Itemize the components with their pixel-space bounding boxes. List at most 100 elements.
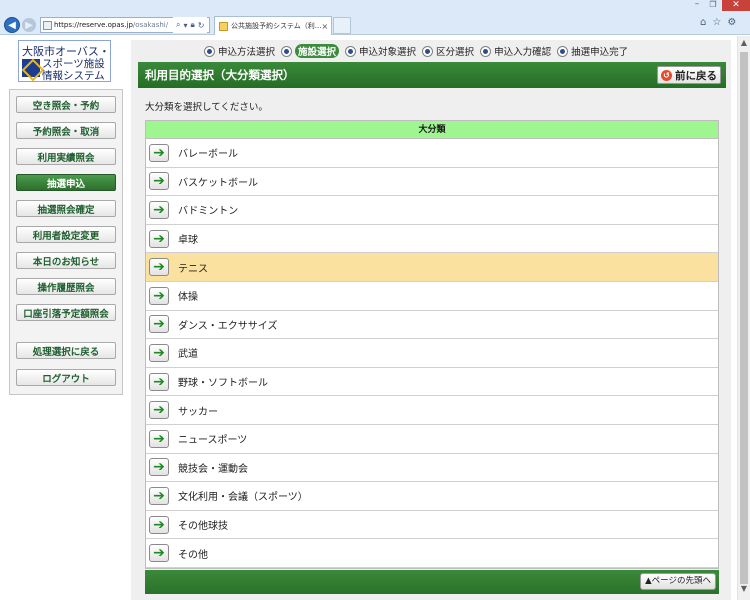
table-row[interactable]: ➔ 競技会・運動会: [146, 453, 718, 483]
step-bullet-icon: [480, 45, 492, 57]
right-arrow-icon: ➔: [153, 459, 165, 476]
select-arrow-button[interactable]: ➔: [149, 286, 169, 305]
sidebar-item[interactable]: 利用者設定変更: [16, 226, 116, 243]
page-top-link[interactable]: ▲ページの先頭へ: [640, 573, 716, 590]
table-row[interactable]: ➔ ニュースポーツ: [146, 424, 718, 454]
table-row[interactable]: ➔ サッカー: [146, 396, 718, 425]
table-footer: ▲ページの先頭へ: [145, 570, 719, 594]
right-arrow-icon: ➔: [153, 402, 165, 419]
tab-favicon-icon: [219, 21, 228, 31]
sidebar-item[interactable]: 口座引落予定額照会: [16, 304, 116, 321]
select-arrow-button[interactable]: ➔: [149, 458, 169, 477]
favorites-star-icon[interactable]: ☆: [712, 17, 721, 28]
right-arrow-icon: ➔: [153, 430, 165, 447]
category-label: テニス: [178, 263, 208, 275]
select-arrow-button[interactable]: ➔: [149, 258, 169, 277]
table-row[interactable]: ➔ その他: [146, 539, 718, 568]
sidebar-item[interactable]: 抽選照会確定: [16, 200, 116, 217]
sidebar-item[interactable]: 操作履歴照会: [16, 278, 116, 295]
dropdown-icon[interactable]: ▾: [183, 21, 187, 30]
window-minimize-button[interactable]: –: [690, 0, 704, 10]
vertical-scrollbar[interactable]: ▲ ▼: [737, 36, 750, 600]
table-row[interactable]: ➔ バスケットボール: [146, 167, 718, 197]
browser-toolbar: ◀ ▶ https://reserve.opas.jp/osakashi/ ⌕ …: [0, 0, 750, 35]
select-arrow-button[interactable]: ➔: [149, 315, 169, 334]
right-arrow-icon: ➔: [153, 173, 165, 190]
sidebar-item[interactable]: 本日のお知らせ: [16, 252, 116, 269]
category-label: 体操: [178, 292, 198, 304]
select-arrow-button[interactable]: ➔: [149, 429, 169, 448]
browser-tab[interactable]: 公共施設予約システム（利... ×: [214, 16, 332, 35]
right-arrow-icon: ➔: [153, 344, 165, 361]
sidebar-item[interactable]: 利用実績照会: [16, 148, 116, 165]
table-row[interactable]: ➔ 文化利用・会議（スポーツ）: [146, 482, 718, 511]
back-button-label: 前に戻る: [675, 69, 717, 82]
table-row[interactable]: ➔ その他球技: [146, 510, 718, 540]
browser-icons: ⌂ ☆ ⚙: [700, 17, 736, 28]
table-row[interactable]: ➔ 卓球: [146, 224, 718, 254]
main-content: 申込方法選択 施設選択 申込対象選択 区分選択 申込入力確認 抽選申込完了 利用目的選択（…: [131, 40, 731, 600]
right-arrow-icon: ➔: [153, 316, 165, 333]
lock-icon: 🔒︎: [190, 20, 195, 29]
select-arrow-button[interactable]: ➔: [149, 372, 169, 391]
table-row[interactable]: ➔ ダンス・エクササイズ: [146, 310, 718, 340]
refresh-icon[interactable]: ↻: [198, 21, 205, 30]
select-arrow-button[interactable]: ➔: [149, 343, 169, 362]
instruction-text: 大分類を選択してください。: [145, 102, 268, 113]
table-body: ➔ バレーボール ➔ バスケットボール ➔ バドミントン ➔ 卓球 ➔ テニス ➔ 体操 ➔ ダンス・エク…: [146, 139, 718, 568]
sidebar-item[interactable]: 予約照会・取消: [16, 122, 116, 139]
window-maximize-button[interactable]: ❐: [706, 0, 720, 10]
select-arrow-button[interactable]: ➔: [149, 229, 169, 248]
select-arrow-button[interactable]: ➔: [149, 200, 169, 219]
settings-gear-icon[interactable]: ⚙: [727, 17, 736, 28]
table-row[interactable]: ➔ 野球・ソフトボール: [146, 367, 718, 397]
category-label: 野球・ソフトボール: [178, 378, 268, 390]
osaka-city-emblem-icon: [22, 59, 40, 77]
category-label: 競技会・運動会: [178, 463, 248, 475]
table-row[interactable]: ➔ 武道: [146, 339, 718, 368]
logo-line-3: 情報システム: [42, 70, 105, 82]
new-tab-button[interactable]: [333, 17, 351, 34]
table-row[interactable]: ➔ バドミントン: [146, 196, 718, 225]
window-close-button[interactable]: ✕: [722, 0, 750, 11]
select-arrow-button[interactable]: ➔: [149, 544, 169, 563]
page-title: 利用目的選択（大分類選択）: [145, 68, 295, 82]
right-arrow-icon: ➔: [153, 487, 165, 504]
right-arrow-icon: ➔: [153, 516, 165, 533]
step-item: 申込対象選択: [345, 44, 416, 58]
table-row[interactable]: ➔ 体操: [146, 281, 718, 311]
sidebar-item[interactable]: 空き照会・予約: [16, 96, 116, 113]
sidebar-item[interactable]: ログアウト: [16, 369, 116, 386]
table-row[interactable]: ➔ バレーボール: [146, 139, 718, 168]
select-arrow-button[interactable]: ➔: [149, 172, 169, 191]
step-bullet-icon: [345, 45, 357, 57]
search-icon[interactable]: ⌕: [176, 20, 180, 30]
back-button[interactable]: ↺ 前に戻る: [657, 66, 721, 84]
category-label: 文化利用・会議（スポーツ）: [178, 492, 308, 504]
select-arrow-button[interactable]: ➔: [149, 401, 169, 420]
select-arrow-button[interactable]: ➔: [149, 486, 169, 505]
scroll-thumb[interactable]: [740, 52, 748, 584]
select-arrow-button[interactable]: ➔: [149, 515, 169, 534]
home-icon[interactable]: ⌂: [700, 17, 706, 28]
table-row[interactable]: ➔ テニス: [146, 253, 718, 282]
browser-forward-button[interactable]: ▶: [22, 18, 36, 32]
browser-back-button[interactable]: ◀: [4, 17, 20, 33]
category-label: サッカー: [178, 406, 218, 418]
tab-close-icon[interactable]: ×: [321, 22, 328, 31]
site-logo[interactable]: 大阪市オーバス・ スポーツ施設 情報システム: [18, 40, 111, 82]
select-arrow-button[interactable]: ➔: [149, 143, 169, 162]
scroll-up-arrow-icon[interactable]: ▲: [738, 38, 750, 50]
sidebar-item[interactable]: 抽選申込: [16, 174, 116, 191]
category-label: ダンス・エクササイズ: [178, 320, 278, 332]
address-tools: ⌕ ▾ 🔒︎ ↻: [173, 17, 208, 33]
right-arrow-icon: ➔: [153, 545, 165, 562]
scroll-down-arrow-icon[interactable]: ▼: [738, 584, 750, 596]
sidebar-item[interactable]: 処理選択に戻る: [16, 342, 116, 359]
category-label: その他: [178, 549, 208, 561]
step-bullet-icon: [422, 45, 434, 57]
step-bullet-icon: [557, 45, 569, 57]
step-indicator: 申込方法選択 施設選択 申込対象選択 区分選択 申込入力確認 抽選申込完了: [204, 43, 634, 59]
category-label: バドミントン: [178, 206, 239, 218]
return-arrow-icon: ↺: [661, 69, 672, 81]
